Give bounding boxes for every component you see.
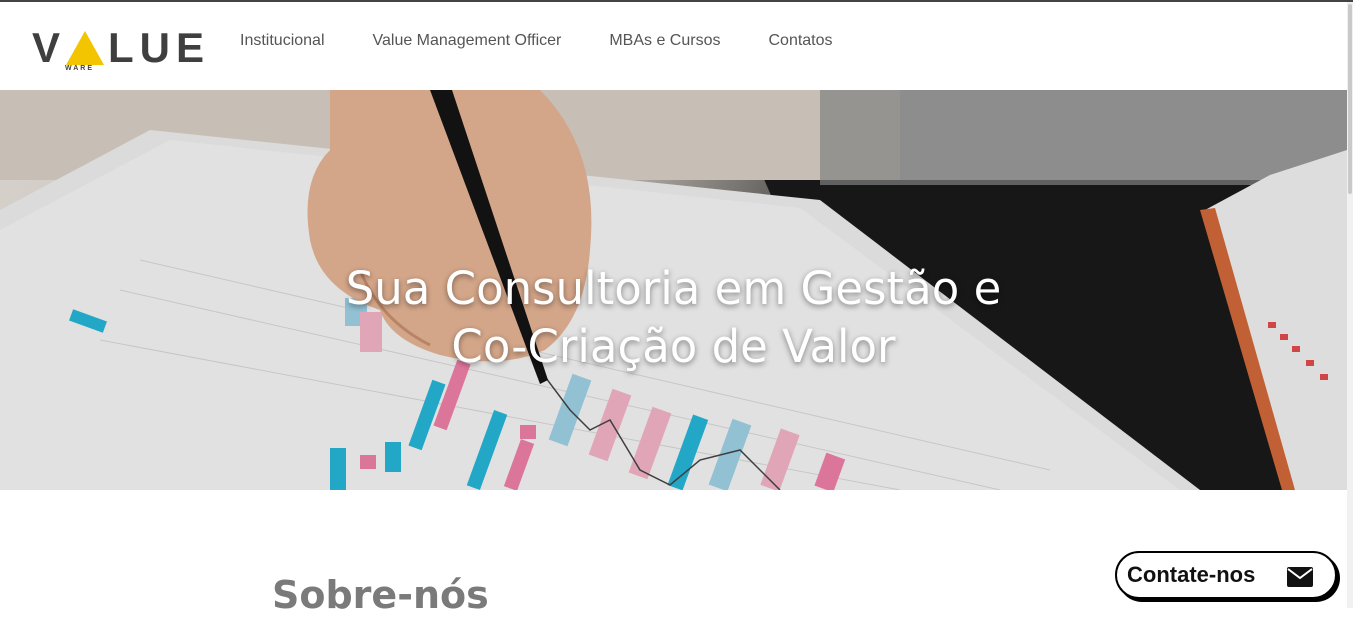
contact-button[interactable]: Contate-nos: [1115, 551, 1337, 599]
site-header: V LUE WARE Institucional Value Management…: [0, 2, 1347, 90]
logo-wordmark: V LUE: [32, 24, 211, 71]
logo[interactable]: V LUE WARE: [32, 27, 204, 73]
envelope-icon: [1287, 567, 1313, 587]
nav-item-contatos[interactable]: Contatos: [768, 32, 832, 50]
hero-banner: Sua Consultoria em Gestão e Co-Criação d…: [0, 90, 1347, 490]
contact-button-label: Contate-nos: [1127, 562, 1256, 587]
nav-item-mbas-cursos[interactable]: MBAs e Cursos: [609, 32, 720, 50]
logo-subtitle: WARE: [65, 65, 94, 72]
hero-title: Sua Consultoria em Gestão e Co-Criação d…: [0, 260, 1347, 376]
nav-item-value-management-officer[interactable]: Value Management Officer: [373, 32, 562, 50]
nav-item-institucional[interactable]: Institucional: [240, 32, 325, 50]
logo-triangle-icon: [66, 31, 105, 65]
scrollbar-thumb[interactable]: [1348, 4, 1352, 194]
about-section-title: Sobre-nós: [272, 572, 489, 617]
main-nav: Institucional Value Management Officer M…: [240, 32, 881, 50]
hero-title-line-2: Co-Criação de Valor: [451, 320, 896, 374]
hero-title-line-1: Sua Consultoria em Gestão e: [345, 262, 1002, 316]
